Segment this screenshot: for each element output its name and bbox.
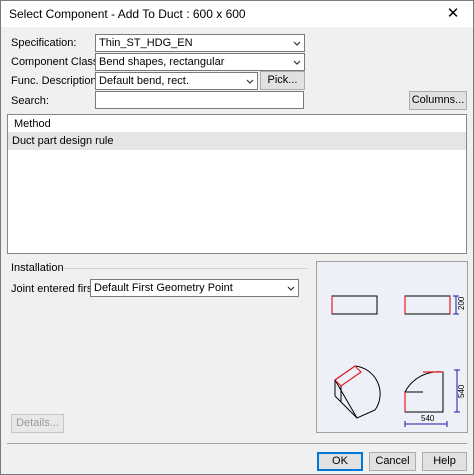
search-input[interactable] [95, 91, 304, 109]
bend-preview-drawing: 200 540 540 [331, 295, 466, 427]
title-bar: Select Component - Add To Duct : 600 x 6… [1, 1, 473, 27]
chevron-down-icon [293, 41, 301, 46]
side-view-shape: 200 [404, 295, 466, 315]
chevron-down-icon [246, 79, 254, 84]
func-description-label: Func. Description: [11, 75, 100, 87]
joint-combo[interactable]: Default First Geometry Point [90, 279, 299, 297]
plan-view-shape: 540 540 [404, 369, 466, 427]
column-header-method[interactable]: Method [14, 118, 51, 130]
pick-button[interactable]: Pick... [260, 71, 305, 90]
isometric-view-shape [334, 365, 381, 419]
dialog-window: Select Component - Add To Duct : 600 x 6… [0, 0, 474, 475]
joint-value: Default First Geometry Point [94, 282, 233, 294]
details-button[interactable]: Details... [11, 414, 64, 433]
component-class-value: Bend shapes, rectangular [99, 56, 225, 68]
close-icon[interactable]: ✕ [433, 1, 473, 27]
func-description-combo[interactable]: Default bend, rect. [95, 72, 258, 90]
bend-preview: 200 540 540 [316, 261, 468, 433]
chevron-down-icon [293, 60, 301, 65]
list-header[interactable]: Method [8, 115, 466, 133]
joint-label: Joint entered first: [11, 283, 99, 295]
ok-button[interactable]: OK [317, 452, 363, 471]
help-button[interactable]: Help [422, 452, 467, 471]
cancel-button[interactable]: Cancel [369, 452, 416, 471]
list-item-method: Duct part design rule [12, 135, 114, 147]
component-class-combo[interactable]: Bend shapes, rectangular [95, 53, 305, 71]
front-view-shape [331, 295, 378, 315]
list-item[interactable]: Duct part design rule [8, 133, 466, 150]
component-class-label: Component Class: [11, 56, 102, 68]
group-divider [64, 268, 308, 269]
dim-label-height-top: 200 [457, 296, 466, 310]
method-list[interactable]: Method Duct part design rule [7, 114, 467, 254]
specification-value: Thin_ST_HDG_EN [99, 37, 193, 49]
columns-button[interactable]: Columns... [409, 91, 467, 110]
window-title: Select Component - Add To Duct : 600 x 6… [9, 7, 246, 21]
specification-combo[interactable]: Thin_ST_HDG_EN [95, 34, 305, 52]
chevron-down-icon [287, 286, 295, 291]
func-description-value: Default bend, rect. [99, 75, 189, 87]
dim-label-height-side: 540 [457, 384, 466, 398]
specification-label: Specification: [11, 37, 77, 49]
footer-divider [7, 443, 467, 444]
dim-label-width-bottom: 540 [421, 414, 435, 423]
installation-group-label: Installation [11, 262, 64, 274]
search-label: Search: [11, 95, 49, 107]
